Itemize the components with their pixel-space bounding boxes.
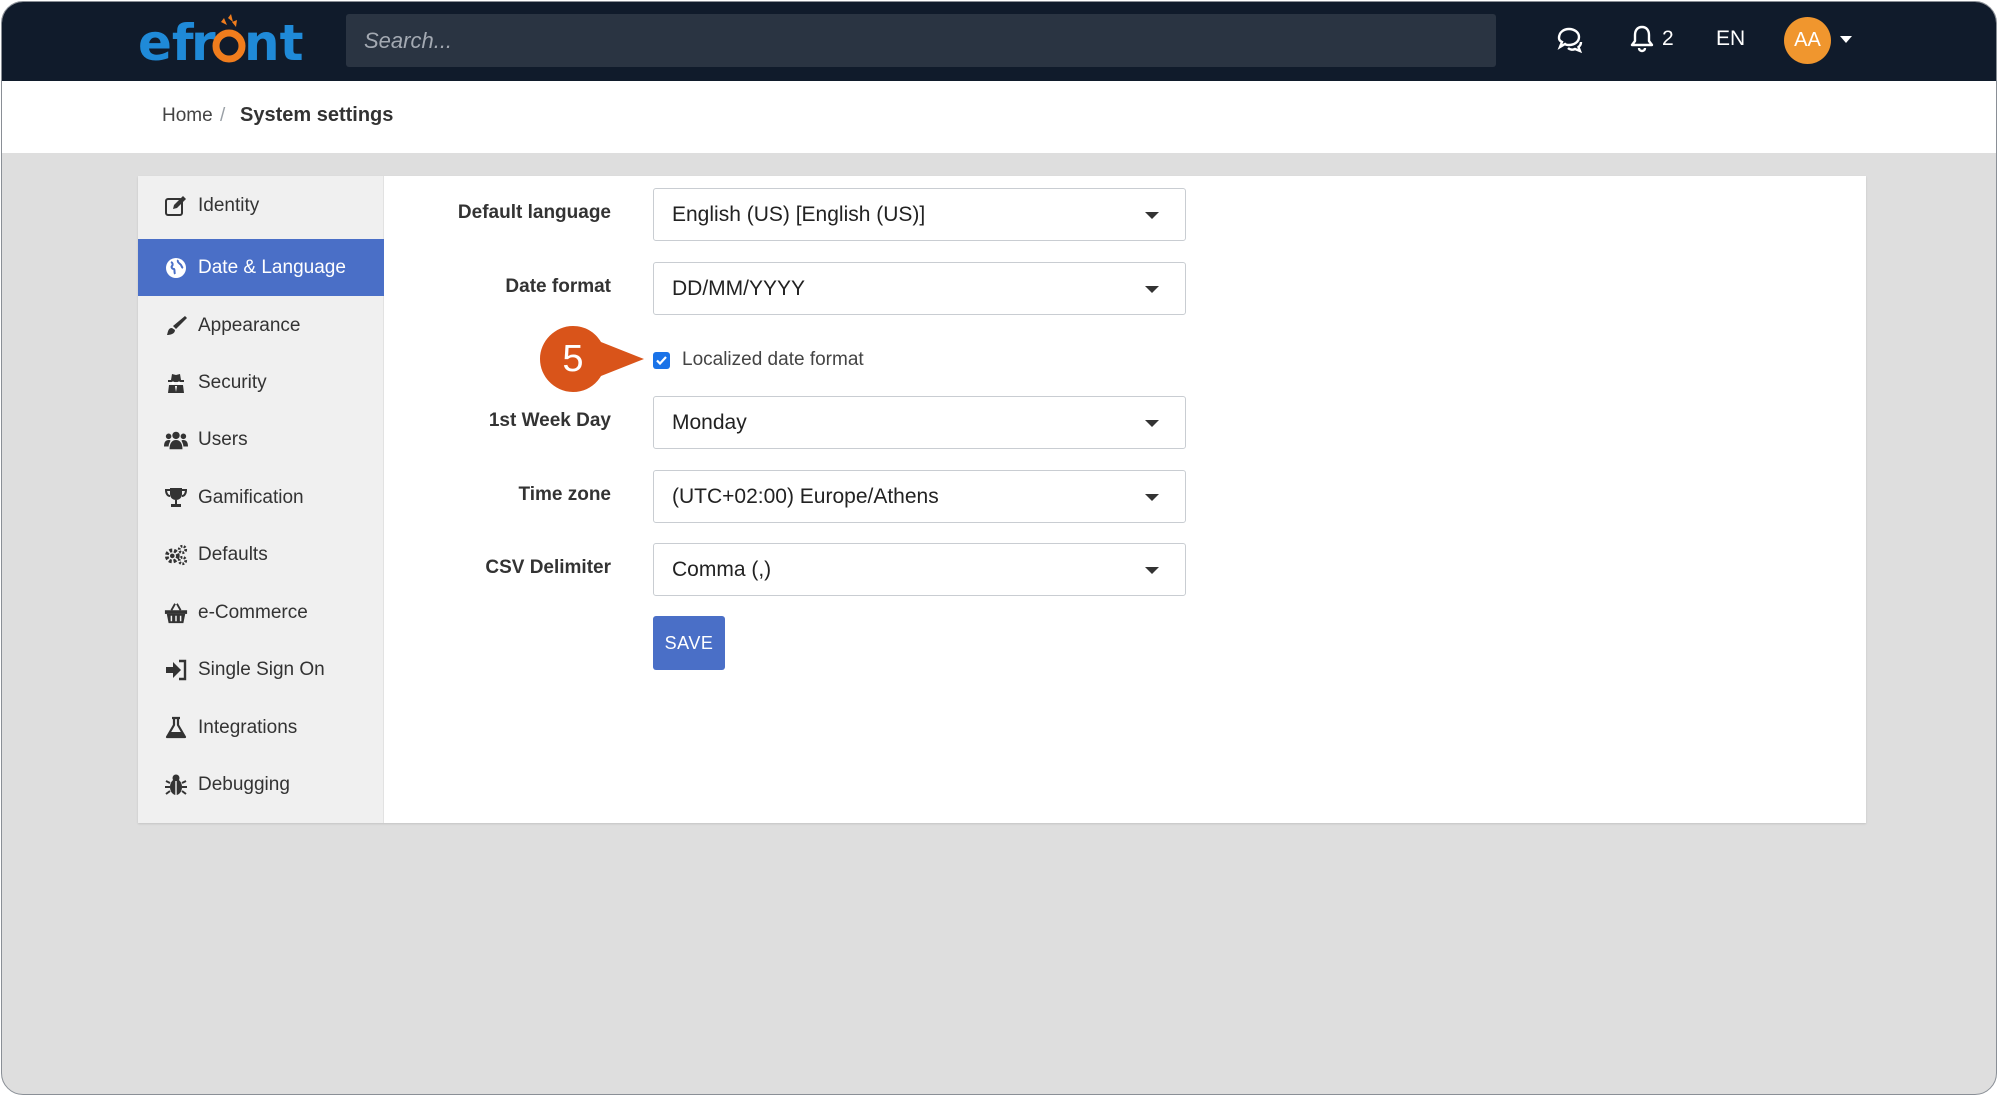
bell-icon[interactable]	[1629, 24, 1655, 54]
time-zone-select[interactable]: (UTC+02:00) Europe/Athens	[653, 470, 1186, 523]
svg-text:nt: nt	[244, 14, 304, 72]
sidebar-item-appearance[interactable]: Appearance	[138, 297, 384, 354]
sidebar-item-label: Integrations	[198, 716, 298, 738]
sidebar-item-label: Debugging	[198, 773, 290, 795]
sidebar-item-label: e-Commerce	[198, 601, 308, 623]
csv-delimiter-select[interactable]: Comma (,)	[653, 543, 1186, 596]
time-zone-label: Time zone	[518, 484, 611, 505]
first-week-day-value: Monday	[672, 410, 747, 434]
localized-date-checkbox[interactable]	[653, 352, 670, 369]
sign-in-icon	[164, 658, 188, 682]
sidebar-item-label: Appearance	[198, 314, 301, 336]
breadcrumb-separator: /	[220, 105, 226, 126]
brush-icon	[164, 314, 188, 338]
page-title: System settings	[240, 104, 394, 126]
sidebar-item-label: Security	[198, 371, 267, 393]
sidebar-item-single-sign-on[interactable]: Single Sign On	[138, 641, 384, 698]
time-zone-value: (UTC+02:00) Europe/Athens	[672, 484, 939, 508]
first-week-day-label: 1st Week Day	[488, 410, 611, 431]
sidebar-item-security[interactable]: Security	[138, 354, 384, 411]
breadcrumb: Home / System settings	[2, 81, 1996, 153]
sidebar-item-label: Single Sign On	[198, 658, 325, 680]
chat-icon[interactable]	[1556, 26, 1584, 54]
step-callout-number: 5	[562, 338, 584, 380]
save-button[interactable]: SAVE	[653, 616, 725, 670]
chevron-down-icon	[1145, 567, 1159, 574]
csv-delimiter-value: Comma (,)	[672, 557, 772, 581]
default-language-value: English (US) [English (US)]	[672, 202, 926, 226]
checkmark-icon	[656, 356, 667, 366]
flask-icon	[164, 716, 188, 740]
spy-icon	[164, 371, 188, 395]
efront-logo[interactable]: ef r nt	[138, 8, 308, 72]
chevron-down-icon[interactable]	[1840, 36, 1852, 43]
date-format-label: Date format	[505, 276, 611, 297]
localized-date-label[interactable]: Localized date format	[682, 349, 864, 371]
chevron-down-icon	[1145, 494, 1159, 501]
chevron-down-icon	[1145, 212, 1159, 219]
breadcrumb-home-link[interactable]: Home	[162, 105, 213, 127]
top-navbar: ef r nt 2 EN AA	[2, 2, 1996, 81]
chevron-down-icon	[1145, 286, 1159, 293]
chevron-down-icon	[1145, 420, 1159, 427]
svg-text:ef: ef	[138, 14, 195, 72]
notification-count[interactable]: 2	[1662, 26, 1674, 52]
basket-icon	[164, 601, 188, 625]
bug-icon	[164, 773, 188, 797]
sidebar-item-ecommerce[interactable]: e-Commerce	[138, 584, 384, 641]
search-input[interactable]	[346, 14, 1496, 67]
default-language-label: Default language	[457, 202, 611, 223]
svg-text:r: r	[191, 14, 216, 72]
sidebar-item-integrations[interactable]: Integrations	[138, 699, 384, 756]
search-box[interactable]	[346, 14, 1496, 67]
first-week-day-select[interactable]: Monday	[653, 396, 1186, 449]
sidebar-item-debugging[interactable]: Debugging	[138, 756, 384, 813]
default-language-select[interactable]: English (US) [English (US)]	[653, 188, 1186, 241]
date-format-value: DD/MM/YYYY	[672, 276, 806, 300]
avatar[interactable]: AA	[1784, 17, 1831, 64]
language-switcher[interactable]: EN	[1716, 26, 1745, 52]
csv-delimiter-label: CSV Delimiter	[485, 557, 611, 578]
date-format-select[interactable]: DD/MM/YYYY	[653, 262, 1186, 315]
app-window: ef r nt 2 EN AA Home / System settings	[1, 1, 1997, 1095]
efront-logo-mark: ef r nt	[138, 14, 304, 72]
